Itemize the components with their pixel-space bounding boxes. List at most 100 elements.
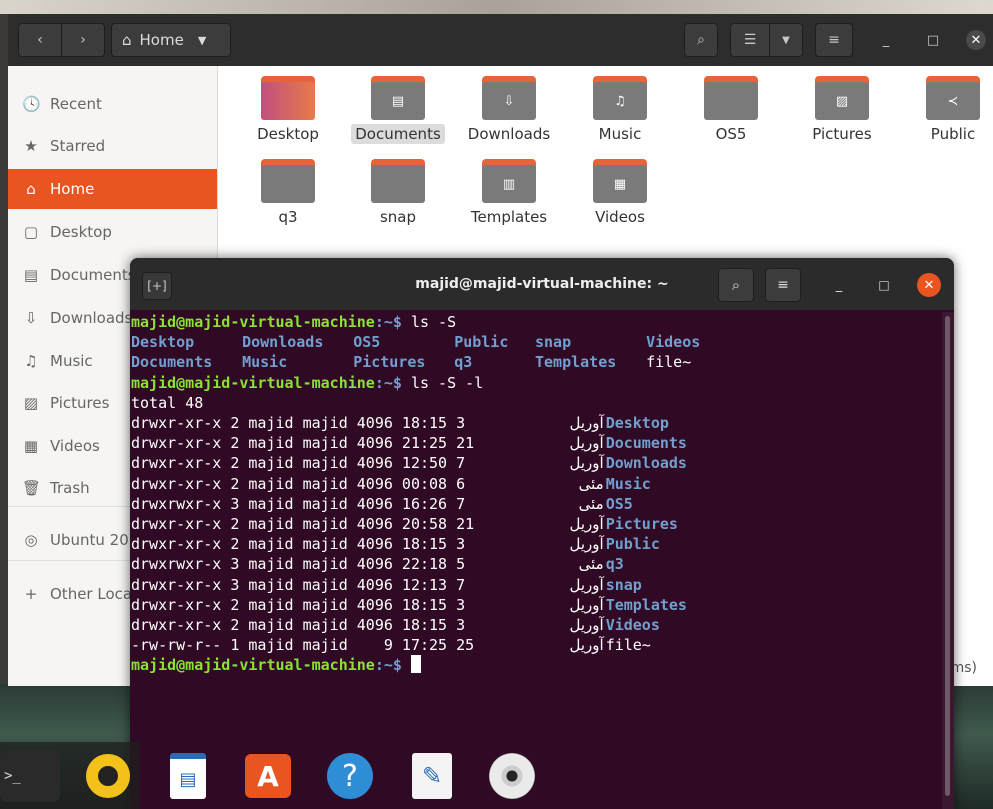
prompt-user: majid@majid-virtual-machine [131,373,375,392]
chevron-right-icon: › [80,32,86,48]
ls-long-name: Pictures [605,515,678,533]
folder-label: q3 [278,208,298,226]
minimize-button[interactable]: _ [876,30,896,50]
prompt-path: :~$ [374,313,402,331]
sidebar-item-label: Other Loca [50,585,133,603]
dock-text-editor-app[interactable]: ✎ [406,750,458,802]
dock-help-app[interactable]: ? [324,750,376,802]
scrollbar-thumb[interactable] [945,316,950,796]
view-toggle-button[interactable]: ☰ [730,23,770,57]
help-icon: ? [327,753,373,799]
sidebar-item-label: Documents [50,266,136,284]
terminal-output[interactable]: majid@majid-virtual-machine:~$ ls -S Desk… [130,312,942,809]
search-button[interactable]: ⌕ [684,23,718,57]
ls-long-meta: drwxr-xr-x 2 majid majid 4096 18:15 3 [131,535,466,554]
prompt-user: majid@majid-virtual-machine [131,656,375,675]
folder-music[interactable]: ♫ Music [570,66,670,146]
ls-long-month: آوریل [569,575,604,594]
forward-button[interactable]: › [61,23,105,57]
clock-icon: 🕓 [22,95,41,113]
new-tab-button[interactable]: [+] [142,272,172,300]
music-icon: ♫ [24,352,38,370]
ls-long-name: snap [605,575,642,594]
sidebar-item-desktop[interactable]: ▢ Desktop [8,212,217,252]
folder-emblem: ≺ [926,82,980,120]
sidebar-item-home[interactable]: ⌂ Home [8,169,217,209]
disc-icon: ◎ [24,531,38,549]
folder-templates[interactable]: ▥ Templates [459,149,559,229]
ls-long-meta: drwxr-xr-x 2 majid majid 4096 18:15 3 [131,595,466,614]
folder-os5[interactable]: OS5 [681,66,781,146]
folder-icon: ♫ [593,76,647,120]
video-icon: ▦ [23,437,39,455]
ls-long-name: q3 [605,555,624,574]
sidebar-item-starred[interactable]: ★ Starred [8,126,217,166]
folder-documents[interactable]: ▤ Documents [348,66,448,146]
folder-icon: ▥ [482,159,536,203]
ls-long-name: OS5 [605,494,633,513]
folder-label: Music [598,125,642,143]
maximize-button[interactable]: □ [923,30,943,50]
folder-snap[interactable]: snap [348,149,448,229]
folder-pictures[interactable]: ▨ Pictures [792,66,892,146]
maximize-icon: □ [926,32,940,48]
path-bar-home[interactable]: ⌂ Home ▼ [111,23,231,57]
ls-entry-file: file~ [646,353,692,372]
sidebar-item-recent[interactable]: 🕓 Recent [8,84,217,124]
sidebar-item-label: Home [50,180,95,198]
folder-videos[interactable]: ▦ Videos [570,149,670,229]
folder-downloads[interactable]: ⇩ Downloads [459,66,559,146]
text-editor-icon: ✎ [412,753,452,799]
terminal-line: majid@majid-virtual-machine:~$ [131,655,421,675]
ls-long-name: Desktop [605,414,669,432]
ls-long-name: Music [605,474,651,493]
view-options-dropdown[interactable]: ▼ [769,23,803,57]
terminal-icon: >_ [4,768,21,784]
hamburger-menu-button[interactable]: ≡ [815,23,853,57]
terminal-window: majid@majid-virtual-machine: ~ [+] ⌕ ≡ _… [130,258,954,809]
folder-q3[interactable]: q3 [238,149,338,229]
ls-long-month: آوریل [569,454,604,473]
terminal-minimize-button[interactable]: _ [828,274,850,296]
folder-emblem: ▦ [593,165,647,203]
ls-long-month: مئی [578,474,604,493]
ls-long-name: Downloads [605,454,687,473]
command-text [402,656,411,674]
folder-label: Templates [470,208,548,226]
folder-emblem: ▥ [482,165,536,203]
dock-rhythmbox-app[interactable] [82,750,134,802]
folder-icon: ▦ [593,159,647,203]
ls-entry-dir: Music [242,353,288,372]
prompt-path: :~$ [374,656,402,675]
folder-public[interactable]: ≺ Public [903,66,993,146]
terminal-line: majid@majid-virtual-machine:~$ ls -S [131,312,456,332]
ls-long-meta: drwxr-xr-x 2 majid majid 4096 18:15 3 [131,616,466,634]
close-button[interactable]: ✕ [966,30,986,50]
minimize-icon: _ [882,32,890,48]
terminal-maximize-button[interactable]: □ [873,274,895,296]
writer-icon: ▤ [170,753,206,799]
ls-long-month: مئی [578,555,604,574]
ls-long-meta: drwxr-xr-x 3 majid majid 4096 12:13 7 [131,575,466,594]
ls-total: total 48 [131,393,204,412]
ls-long-meta: drwxr-xr-x 2 majid majid 4096 20:58 21 [131,515,475,533]
terminal-scrollbar[interactable] [942,312,954,809]
folder-desktop[interactable]: Desktop [238,66,338,146]
dock-writer-app[interactable]: ▤ [162,750,214,802]
terminal-search-button[interactable]: ⌕ [718,268,754,302]
sidebar-item-label: Starred [50,137,106,155]
list-view-icon: ☰ [743,32,757,48]
sidebar-item-label: Ubuntu 20 [50,531,129,549]
terminal-menu-button[interactable]: ≡ [765,268,801,302]
back-button[interactable]: ‹ [18,23,62,57]
dock-terminal-app[interactable]: >_ [0,750,60,802]
ls-long-name: Templates [605,595,687,614]
folder-label: snap [379,208,417,226]
folder-icon: ≺ [926,76,980,120]
dock-dvd-app[interactable] [486,750,538,802]
dock-software-app[interactable]: A [242,750,294,802]
ls-entry-dir: snap [535,333,572,352]
folder-label: Downloads [467,125,551,143]
folder-icon [261,159,315,203]
terminal-close-button[interactable]: ✕ [917,273,941,297]
